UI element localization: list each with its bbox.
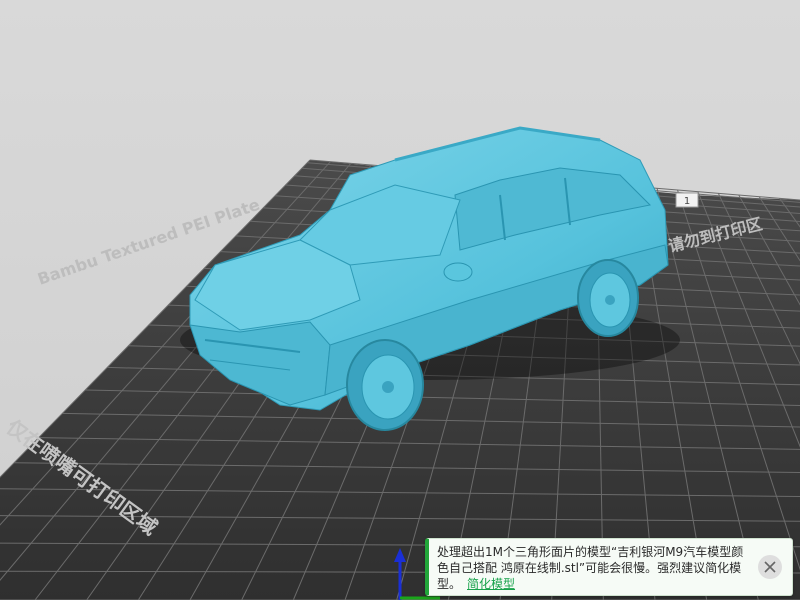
svg-text:1: 1 [684, 196, 690, 207]
toast-message-container: 处理超出1M个三角形面片的模型“吉利银河M9汽车模型颜色自己搭配 鸿原在线制.s… [437, 544, 749, 592]
large-model-warning-toast: 处理超出1M个三角形面片的模型“吉利银河M9汽车模型颜色自己搭配 鸿原在线制.s… [425, 538, 793, 596]
3d-viewport[interactable]: Bambu Textured PEI Plate 请勿到打印区 仅在喷嘴可打印区… [0, 0, 800, 600]
close-icon[interactable] [758, 555, 782, 579]
plate-number-badge[interactable]: 1 [675, 192, 699, 208]
simplify-model-link[interactable]: 简化模型 [467, 577, 515, 591]
